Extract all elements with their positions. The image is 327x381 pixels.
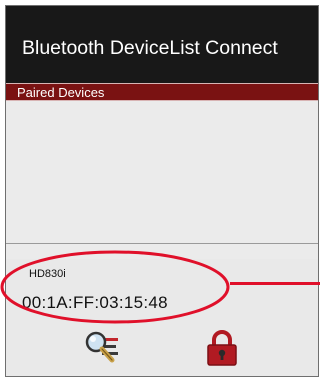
search-button[interactable] [82, 327, 122, 367]
lock-button[interactable] [202, 327, 242, 367]
section-header-label: Paired Devices [17, 85, 105, 100]
paired-devices-header: Paired Devices [6, 83, 318, 101]
title-bar: Bluetooth DeviceList Connect [6, 6, 318, 84]
search-icon [85, 331, 118, 363]
device-name: HD830i [29, 268, 66, 280]
device-list-item[interactable]: HD830i 00:1A:FF:03:15:48 [6, 244, 318, 316]
lock-icon [207, 330, 237, 366]
device-mac-address: 00:1A:FF:03:15:48 [22, 293, 168, 312]
paired-devices-list [6, 101, 318, 259]
app-title: Bluetooth DeviceList Connect [22, 37, 278, 59]
app-window: Bluetooth DeviceList Connect Paired Devi… [5, 5, 319, 377]
bottom-toolbar [6, 316, 318, 376]
